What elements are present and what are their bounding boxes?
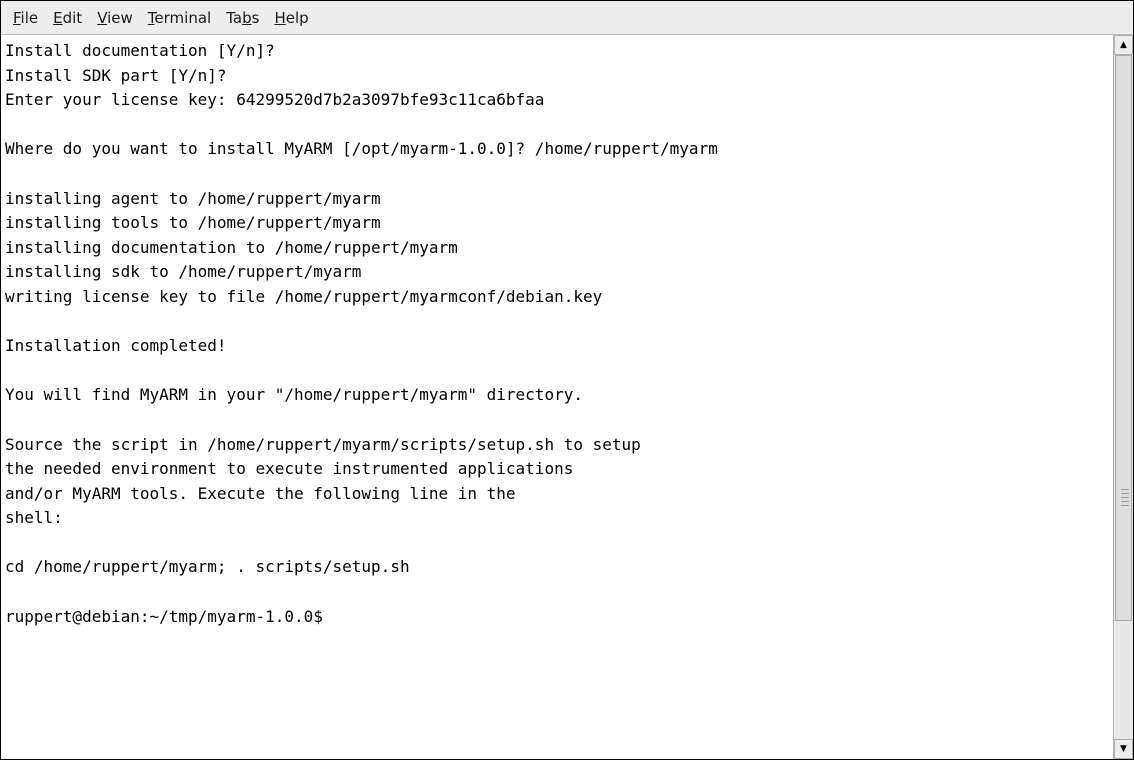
terminal-line: and/or MyARM tools. Execute the followin… bbox=[5, 483, 516, 503]
triangle-down-icon: ▼ bbox=[1120, 744, 1127, 754]
scroll-down-button[interactable]: ▼ bbox=[1114, 739, 1133, 759]
menu-edit[interactable]: Edit bbox=[53, 9, 82, 27]
terminal-line: Install SDK part [Y/n]? bbox=[5, 65, 227, 85]
menu-terminal[interactable]: Terminal bbox=[148, 9, 211, 27]
terminal-line: shell: bbox=[5, 508, 63, 528]
menu-help[interactable]: Help bbox=[274, 9, 308, 27]
terminal-line: Where do you want to install MyARM [/opt… bbox=[5, 139, 718, 159]
terminal-line: ruppert@debian:~/tmp/myarm-1.0.0$ bbox=[5, 606, 323, 626]
menu-tabs[interactable]: Tabs bbox=[226, 9, 259, 27]
menu-edit-mnemonic: E bbox=[53, 8, 63, 27]
terminal-line: installing sdk to /home/ruppert/myarm bbox=[5, 262, 362, 282]
terminal-window: File Edit View Terminal Tabs Help Instal… bbox=[0, 0, 1134, 760]
menubar: File Edit View Terminal Tabs Help bbox=[1, 1, 1133, 35]
grip-icon bbox=[1121, 489, 1129, 507]
terminal-line: Install documentation [Y/n]? bbox=[5, 41, 275, 60]
menu-tabs-prefix: Ta bbox=[226, 8, 243, 27]
triangle-up-icon: ▲ bbox=[1120, 40, 1127, 50]
menu-help-label: elp bbox=[285, 8, 309, 27]
scroll-up-button[interactable]: ▲ bbox=[1114, 35, 1133, 55]
terminal-line: Enter your license key: 64299520d7b2a309… bbox=[5, 90, 545, 110]
terminal-line: Installation completed! bbox=[5, 336, 227, 356]
menu-file-label: ile bbox=[20, 8, 39, 27]
terminal-line: the needed environment to execute instru… bbox=[5, 459, 574, 479]
menu-edit-label: dit bbox=[62, 8, 83, 27]
menu-terminal-label: erminal bbox=[154, 8, 212, 27]
terminal-output[interactable]: Install documentation [Y/n]? Install SDK … bbox=[1, 35, 1113, 759]
menu-help-mnemonic: H bbox=[274, 8, 286, 27]
terminal-line: cd /home/ruppert/myarm; . scripts/setup.… bbox=[5, 557, 410, 577]
menu-view-label: iew bbox=[107, 8, 133, 27]
menu-view[interactable]: View bbox=[97, 9, 133, 27]
scrollbar-thumb[interactable] bbox=[1115, 55, 1132, 621]
terminal-line: You will find MyARM in your "/home/ruppe… bbox=[5, 385, 583, 405]
menu-view-mnemonic: V bbox=[97, 8, 108, 27]
menu-file-mnemonic: F bbox=[13, 8, 21, 27]
terminal-line: installing documentation to /home/rupper… bbox=[5, 237, 458, 257]
menu-file[interactable]: File bbox=[13, 9, 38, 27]
menu-tabs-mnemonic: b bbox=[242, 8, 252, 27]
terminal-lines: Install documentation [Y/n]? Install SDK … bbox=[1, 35, 1113, 629]
terminal-line: Source the script in /home/ruppert/myarm… bbox=[5, 434, 641, 454]
terminal-line: installing agent to /home/ruppert/myarm bbox=[5, 188, 381, 208]
terminal-line: writing license key to file /home/rupper… bbox=[5, 286, 603, 306]
menu-tabs-label: s bbox=[251, 8, 260, 27]
terminal-line: installing tools to /home/ruppert/myarm bbox=[5, 213, 381, 233]
vertical-scrollbar[interactable]: ▲ ▼ bbox=[1113, 35, 1133, 759]
